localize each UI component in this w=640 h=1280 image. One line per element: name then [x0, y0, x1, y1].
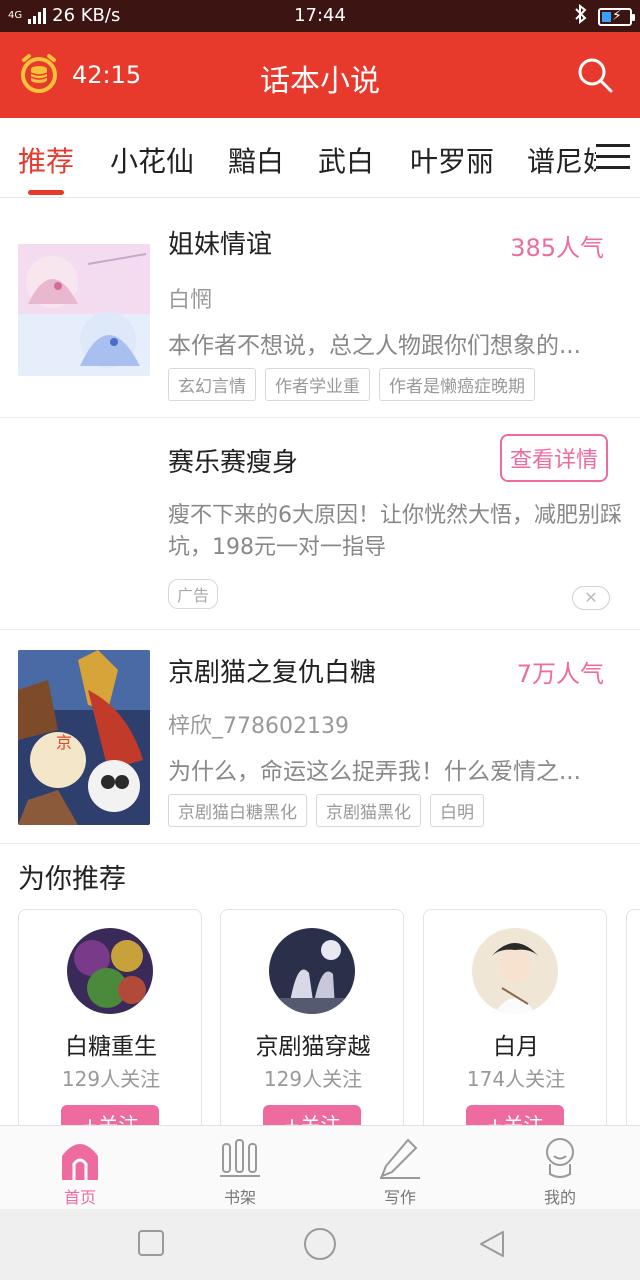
- book-desc: 本作者不想说，总之人物跟你们想象的...: [168, 333, 581, 359]
- tab-wubai[interactable]: 武白: [318, 140, 374, 180]
- profile-icon: [538, 1136, 582, 1180]
- follow-button[interactable]: +关注: [61, 1105, 159, 1125]
- ad-title: 赛乐赛瘦身: [168, 448, 299, 478]
- avatar: [269, 928, 355, 1014]
- app-title: 话本小说: [260, 64, 380, 99]
- nav-bookshelf[interactable]: 书架: [160, 1126, 320, 1210]
- tag[interactable]: 京剧猫白糖黑化: [168, 794, 307, 827]
- bottom-nav: 首页 书架 写作 我的: [0, 1125, 640, 1209]
- book-title: 姐妹情谊: [168, 230, 273, 260]
- tab-recommend[interactable]: 推荐: [18, 140, 74, 180]
- category-tabs: 推荐 小花仙 黯白 武白 叶罗丽 谱尼妹: [0, 118, 640, 198]
- svg-text:京: 京: [56, 733, 72, 752]
- tag[interactable]: 白明: [430, 794, 484, 827]
- follower-count: 174人关注: [466, 1067, 566, 1091]
- tab-xiaohuaxian[interactable]: 小花仙: [110, 140, 194, 180]
- status-bar: 4G 26 KB/s 17:44 ⚡: [0, 0, 640, 32]
- recommend-name: 京剧猫穿越: [255, 1034, 371, 1060]
- tab-anbai[interactable]: 黯白: [228, 140, 284, 180]
- tag-list: 玄幻言情 作者学业重 作者是懒癌症晚期: [168, 368, 535, 401]
- recommend-name: 白糖重生: [65, 1034, 157, 1060]
- avatar: [67, 928, 153, 1014]
- home-icon: [58, 1136, 102, 1180]
- popularity: 7万人气: [516, 660, 604, 688]
- book-card[interactable]: 京 京剧猫之复仇白糖 7万人气 梓欣_778602139 为什么，命运这么捉弄我…: [0, 630, 640, 844]
- tag[interactable]: 玄幻言情: [168, 368, 256, 401]
- ad-desc: 瘦不下来的6大原因！让你恍然大悟，减肥别踩坑，198元一对一指导: [168, 503, 622, 560]
- app-header: 42:15 话本小说: [0, 32, 640, 118]
- recommend-card-partial[interactable]: [626, 909, 640, 1125]
- recent-apps-icon[interactable]: [137, 1229, 165, 1261]
- bookshelf-icon: [218, 1136, 262, 1180]
- book-author: 白惘: [168, 288, 213, 313]
- nav-write[interactable]: 写作: [320, 1126, 480, 1210]
- pen-icon: [378, 1136, 422, 1180]
- book-cover: 京: [18, 650, 150, 825]
- follower-count: 129人关注: [61, 1067, 161, 1091]
- book-card[interactable]: 姐妹情谊 385人气 白惘 本作者不想说，总之人物跟你们想象的... 玄幻言情 …: [0, 198, 640, 418]
- nav-bookshelf-label: 书架: [223, 1188, 256, 1207]
- tag[interactable]: 作者学业重: [265, 368, 370, 401]
- follower-count: 129人关注: [263, 1067, 363, 1091]
- book-title: 京剧猫之复仇白糖: [168, 658, 377, 688]
- active-tab-indicator: [28, 190, 64, 195]
- close-icon[interactable]: ✕: [572, 586, 610, 610]
- tag-list: 京剧猫白糖黑化 京剧猫黑化 白明: [168, 794, 484, 827]
- follow-button[interactable]: +关注: [263, 1105, 361, 1125]
- tag[interactable]: 作者是懒癌症晚期: [379, 368, 535, 401]
- recommend-name: 白月: [493, 1034, 539, 1060]
- menu-icon[interactable]: [596, 144, 630, 174]
- home-circle-icon[interactable]: [303, 1227, 337, 1265]
- book-desc: 为什么，命运这么捉弄我！什么爱情之...: [168, 759, 581, 785]
- avatar: [472, 928, 558, 1014]
- system-nav-bar: [0, 1209, 640, 1280]
- clock: 17:44: [294, 5, 346, 26]
- book-cover: [18, 244, 150, 376]
- recommend-row: 白糖重生 129人关注 +关注 京剧猫穿越 129人关注 +关注 白月 174人…: [18, 909, 640, 1125]
- ad-label: 广告: [168, 579, 219, 609]
- nav-home-label: 首页: [63, 1188, 96, 1207]
- nav-profile-label: 我的: [543, 1188, 576, 1207]
- search-icon[interactable]: [576, 56, 614, 98]
- bluetooth-icon: [574, 3, 588, 29]
- back-icon[interactable]: [477, 1229, 507, 1263]
- view-details-button[interactable]: 查看详情: [499, 434, 608, 482]
- nav-profile[interactable]: 我的: [480, 1126, 640, 1210]
- battery-icon: ⚡: [598, 7, 635, 26]
- recommend-title: 为你推荐: [18, 864, 126, 895]
- book-author: 梓欣_778602139: [168, 714, 349, 739]
- nav-home[interactable]: 首页: [0, 1126, 160, 1210]
- tag[interactable]: 京剧猫黑化: [316, 794, 421, 827]
- popularity: 385人气: [510, 234, 604, 262]
- follow-button[interactable]: +关注: [466, 1105, 564, 1125]
- tab-yeluoli[interactable]: 叶罗丽: [410, 140, 494, 180]
- nav-write-label: 写作: [383, 1188, 416, 1207]
- recommend-card[interactable]: 白月 174人关注 +关注: [423, 909, 607, 1125]
- recommend-card[interactable]: 白糖重生 129人关注 +关注: [18, 909, 202, 1125]
- recommend-card[interactable]: 京剧猫穿越 129人关注 +关注: [220, 909, 404, 1125]
